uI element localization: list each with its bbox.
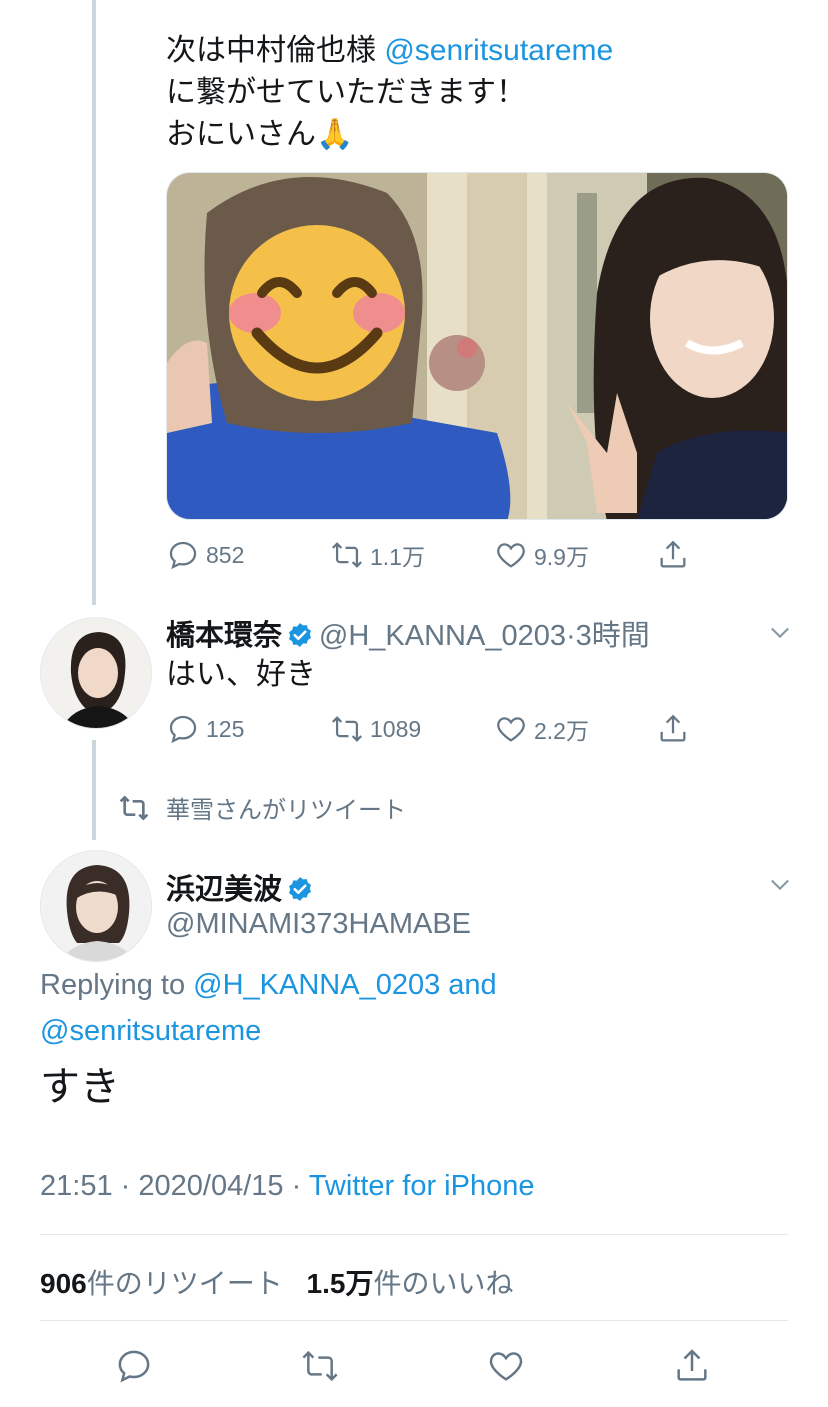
tweet1-mention-link[interactable]: @senritsutareme	[384, 34, 613, 67]
main-tweet-time: 21:51	[40, 1170, 113, 1202]
tweet1-retweet-button[interactable]: 1.1万	[330, 538, 425, 572]
tweet2-author-name[interactable]: 橋本環奈	[166, 620, 282, 652]
tweet2-handle[interactable]: @H_KANNA_0203	[319, 620, 566, 652]
divider-bottom	[40, 1320, 788, 1321]
main-tweet-text: すき	[40, 1065, 120, 1109]
tweet1-text-line1: 次は中村倫也様	[166, 34, 385, 67]
retweet-context[interactable]: 華雪さんがリツイート	[118, 790, 406, 825]
main-tweet-chevron-down-icon[interactable]	[766, 870, 794, 898]
tweet2-like-count: 2.2万	[534, 718, 589, 744]
tweet2-chevron-down-icon[interactable]	[766, 618, 794, 646]
main-tweet-meta: 21:51 · 2020/04/15 · Twitter for iPhone	[40, 1170, 534, 1203]
tweet2-time: 3時間	[575, 620, 650, 652]
reply-icon[interactable]	[114, 1346, 154, 1386]
verified-badge-icon	[289, 877, 312, 901]
reply-icon	[169, 541, 197, 570]
tweet1-share-button[interactable]	[656, 538, 690, 572]
retweet-stats[interactable]: 906件のリツイート	[40, 1268, 283, 1299]
heart-icon	[497, 543, 525, 568]
retweet-count: 906	[40, 1268, 87, 1299]
tweet1-retweet-count: 1.1万	[370, 544, 425, 570]
tweet2-reply-count: 125	[206, 715, 245, 742]
tweet1-text: 次は中村倫也様 @senritsutareme に繋がせていただきます！ おにい…	[166, 30, 786, 156]
replying-prefix: Replying to	[40, 969, 194, 1001]
reply-icon	[169, 715, 197, 744]
main-tweet-source[interactable]: Twitter for iPhone	[309, 1170, 535, 1202]
retweet-icon	[332, 716, 362, 742]
replying-mention-2[interactable]: @senritsutareme	[40, 1008, 800, 1054]
tweet2-separator: ·	[566, 620, 576, 652]
tweet2-retweet-button[interactable]: 1089	[330, 712, 421, 746]
replying-and: and	[440, 969, 497, 1001]
tweet2-retweet-count: 1089	[370, 715, 422, 742]
thread-line-top	[92, 0, 96, 605]
main-tweet-author-row: 浜辺美波	[166, 866, 314, 908]
replying-mention-1[interactable]: @H_KANNA_0203	[193, 969, 440, 1001]
retweet-context-label: 華雪さんがリツイート	[166, 797, 406, 824]
main-tweet-author-name[interactable]: 浜辺美波	[166, 874, 282, 906]
retweet-count-label: 件のリツイート	[86, 1268, 283, 1299]
tweet1-reply-button[interactable]: 852	[166, 538, 244, 572]
tweet2-avatar[interactable]	[40, 617, 152, 729]
thread-line-bottom	[92, 740, 96, 840]
share-icon	[660, 540, 686, 568]
like-count-label: 件のいいね	[373, 1268, 514, 1299]
tweet1-reply-count: 852	[206, 541, 245, 568]
main-tweet-handle[interactable]: @MINAMI373HAMABE	[166, 908, 471, 941]
retweet-icon[interactable]	[300, 1346, 340, 1386]
tweet1-text-line3: おにいさん🙏	[166, 118, 354, 151]
retweet-icon	[332, 542, 362, 568]
retweet-small-icon	[119, 794, 149, 821]
share-icon	[660, 714, 686, 742]
meta-dot-1: ·	[120, 1170, 131, 1202]
heart-icon	[497, 717, 525, 742]
like-stats[interactable]: 1.5万件のいいね	[307, 1268, 514, 1299]
main-tweet-avatar[interactable]	[40, 850, 152, 962]
tweet2-text: はい、好き	[166, 658, 316, 691]
divider-top	[40, 1234, 788, 1235]
tweet2-share-button[interactable]	[656, 712, 690, 746]
engagement-stats: 906件のリツイート 1.5万件のいいね	[40, 1262, 513, 1302]
share-icon[interactable]	[672, 1346, 712, 1386]
heart-icon[interactable]	[486, 1346, 526, 1386]
replying-to: Replying to @H_KANNA_0203 and @senritsut…	[40, 962, 800, 1054]
main-tweet-date: 2020/04/15	[138, 1170, 284, 1202]
tweet2-like-button[interactable]: 2.2万	[494, 712, 589, 746]
tweet1-like-count: 9.9万	[534, 544, 589, 570]
tweet1-text-line2: に繋がせていただきます！	[166, 76, 526, 109]
tweet1-like-button[interactable]: 9.9万	[494, 538, 589, 572]
tweet2-reply-button[interactable]: 125	[166, 712, 244, 746]
tweet2-header: 橋本環奈 @H_KANNA_0203·3時間	[166, 612, 650, 654]
tweet1-photo[interactable]	[166, 172, 788, 520]
meta-dot-2: ·	[291, 1170, 302, 1202]
verified-badge-icon	[289, 623, 312, 647]
like-count: 1.5万	[306, 1268, 374, 1299]
